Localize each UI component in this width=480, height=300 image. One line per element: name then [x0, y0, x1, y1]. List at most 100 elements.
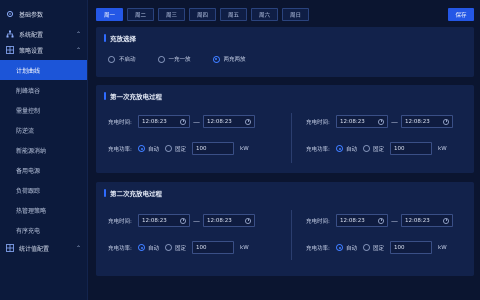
radio-circle-icon: [165, 244, 173, 251]
sidebar-group-label: 基础参数: [19, 11, 44, 19]
power-input[interactable]: 100: [390, 142, 433, 155]
radio-circle-icon: [157, 55, 165, 63]
radio-fixed[interactable]: 固定: [165, 244, 186, 252]
sidebar-item-load-tracking[interactable]: 负荷跟踪: [0, 180, 87, 200]
radio-label: 固定: [373, 146, 385, 153]
time-value: 12:08:23: [142, 217, 167, 224]
weekday-tabs: 周一 周二 周三 周四 周五 周六 周日: [96, 8, 309, 21]
tab-sunday[interactable]: 周日: [282, 8, 309, 21]
sidebar-item-label: 计划曲线: [16, 67, 41, 75]
radio-label: 不启动: [119, 57, 136, 63]
start-time-input[interactable]: 12:08:23: [336, 115, 388, 128]
range-dash: —: [391, 216, 398, 225]
mode-radio-group: 不启动 一充一放 两充两放: [108, 55, 246, 63]
time-value: 12:08:23: [207, 118, 232, 125]
settings-icon: [6, 10, 14, 18]
radio-label: 自动: [346, 146, 358, 153]
end-time-input[interactable]: 12:08:23: [203, 214, 255, 227]
radio-checked-icon: [212, 55, 220, 63]
radio-label: 固定: [175, 245, 187, 252]
radio-auto[interactable]: 自动: [336, 244, 357, 252]
process-1-panel: 第一次充放电过程 充电时间: 12:08:23 — 12:08:23 充电功率:: [96, 85, 474, 173]
chevron-up-icon: ⌃: [75, 46, 81, 54]
radio-fixed[interactable]: 固定: [165, 145, 186, 153]
start-time-input[interactable]: 12:08:23: [336, 214, 388, 227]
end-time-input[interactable]: 12:08:23: [401, 214, 453, 227]
unit-label: kW: [240, 244, 249, 251]
sidebar-item-label: 削峰填谷: [16, 87, 41, 95]
radio-auto[interactable]: 自动: [138, 244, 159, 252]
tab-tuesday[interactable]: 周二: [127, 8, 154, 21]
sidebar-item-label: 需量控制: [16, 107, 41, 115]
radio-checked-icon: [336, 244, 343, 251]
tab-thursday[interactable]: 周四: [189, 8, 216, 21]
clock-icon: [180, 118, 186, 125]
sidebar-group-stats[interactable]: 统计值配置 ⌃: [0, 238, 87, 258]
chevron-up-icon: ⌃: [75, 244, 81, 252]
chevron-up-icon: ⌃: [75, 30, 81, 38]
radio-circle-icon: [108, 55, 115, 63]
process-2-right: 充电时间: 12:08:23 — 12:08:23 充电功率: 自动 固定 10…: [306, 214, 453, 254]
time-value: 12:08:23: [405, 217, 430, 224]
sidebar-item-plan-curve[interactable]: 计划曲线: [0, 60, 87, 80]
sidebar-group-label: 策略设置: [19, 47, 44, 55]
tab-friday[interactable]: 周五: [220, 8, 247, 21]
time-label: 充电时间:: [108, 119, 132, 126]
power-input[interactable]: 100: [390, 241, 433, 254]
sidebar-group-basic-params[interactable]: 基础参数: [0, 4, 87, 24]
radio-circle-icon: [165, 145, 173, 152]
power-label: 充电功率:: [108, 146, 132, 153]
sidebar-item-ordered-charging[interactable]: 有序充电: [0, 220, 87, 240]
clock-icon: [378, 118, 384, 125]
start-time-input[interactable]: 12:08:23: [138, 214, 190, 227]
radio-one-charge-one-discharge[interactable]: 一充一放: [157, 55, 191, 63]
grid-icon: [6, 244, 14, 252]
sidebar-item-anti-backflow[interactable]: 防逆流: [0, 120, 87, 140]
end-time-input[interactable]: 12:08:23: [203, 115, 255, 128]
tab-saturday[interactable]: 周六: [251, 8, 278, 21]
power-label: 充电功率:: [306, 245, 330, 252]
sidebar-item-peak-shaving[interactable]: 削峰填谷: [0, 80, 87, 100]
time-label: 充电时间:: [306, 218, 330, 225]
radio-checked-icon: [336, 145, 343, 152]
radio-fixed[interactable]: 固定: [363, 244, 384, 252]
radio-auto[interactable]: 自动: [336, 145, 357, 153]
time-value: 12:08:23: [207, 217, 232, 224]
sidebar-item-label: 新能源消纳: [16, 147, 47, 155]
time-value: 12:08:23: [142, 118, 167, 125]
sidebar-group-strategy[interactable]: 策略设置 ⌃: [0, 40, 87, 60]
sidebar-group-label: 系统配置: [19, 31, 44, 39]
save-button[interactable]: 保存: [448, 8, 474, 21]
sidebar-item-demand-control[interactable]: 需量控制: [0, 100, 87, 120]
sidebar-item-label: 有序充电: [16, 227, 41, 235]
radio-label: 固定: [373, 245, 385, 252]
tab-monday[interactable]: 周一: [96, 8, 123, 21]
sidebar-item-thermal[interactable]: 热管理策略: [0, 200, 87, 220]
range-dash: —: [193, 216, 200, 225]
radio-auto[interactable]: 自动: [138, 145, 159, 153]
range-dash: —: [193, 117, 200, 126]
mode-panel: 充放选择 不启动 一充一放 两充两放: [96, 27, 474, 77]
time-label: 充电时间:: [306, 119, 330, 126]
start-time-input[interactable]: 12:08:23: [138, 115, 190, 128]
radio-no-start[interactable]: 不启动: [108, 55, 136, 63]
power-label: 充电功率:: [306, 146, 330, 153]
radio-fixed[interactable]: 固定: [363, 145, 384, 153]
end-time-input[interactable]: 12:08:23: [401, 115, 453, 128]
clock-icon: [378, 217, 384, 224]
time-value: 12:08:23: [405, 118, 430, 125]
network-icon: [6, 30, 14, 38]
radio-two-charge-two-discharge[interactable]: 两充两放: [212, 55, 246, 63]
radio-circle-icon: [363, 145, 371, 152]
time-value: 12:08:23: [340, 118, 365, 125]
sidebar-item-label: 热管理策略: [16, 207, 47, 215]
power-input[interactable]: 100: [192, 142, 235, 155]
tab-wednesday[interactable]: 周三: [158, 8, 185, 21]
unit-label: kW: [240, 145, 249, 152]
sidebar-item-renewable[interactable]: 新能源消纳: [0, 140, 87, 160]
radio-label: 两充两放: [223, 57, 246, 63]
power-label: 充电功率:: [108, 245, 132, 252]
sidebar-item-backup-power[interactable]: 备用电源: [0, 160, 87, 180]
power-input[interactable]: 100: [192, 241, 235, 254]
divider: [291, 210, 292, 260]
